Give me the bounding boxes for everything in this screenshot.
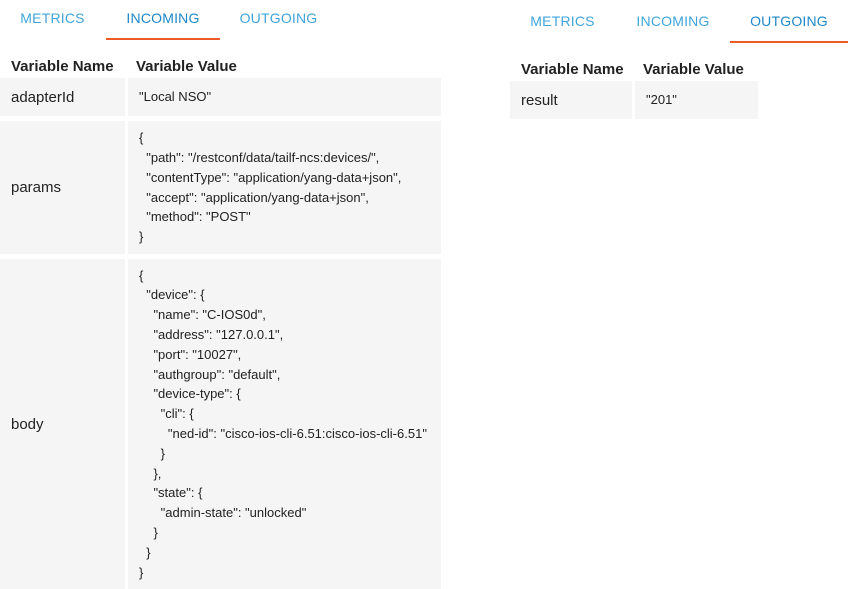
column-header-name: Variable Name xyxy=(521,61,624,78)
table-row: params { "path": "/restconf/data/tailf-n… xyxy=(0,121,441,254)
tab-incoming[interactable]: INCOMING xyxy=(616,0,730,43)
column-header-value: Variable Value xyxy=(136,58,237,75)
variable-value: "Local NSO" xyxy=(139,89,212,105)
incoming-variables-table: Variable Name Variable Value adapterId "… xyxy=(0,40,441,589)
table-row: result "201" xyxy=(510,81,758,119)
tab-outgoing[interactable]: OUTGOING xyxy=(221,0,336,40)
table-row: adapterId "Local NSO" xyxy=(0,78,441,116)
tab-metrics[interactable]: METRICS xyxy=(0,0,105,40)
tab-incoming[interactable]: INCOMING xyxy=(106,0,220,40)
variable-value: "201" xyxy=(646,92,677,108)
outgoing-panel: METRICS INCOMING OUTGOING Variable Name … xyxy=(510,0,851,119)
column-header-value: Variable Value xyxy=(643,61,744,78)
variable-name: adapterId xyxy=(0,78,125,116)
incoming-panel: METRICS INCOMING OUTGOING Variable Name … xyxy=(0,0,445,589)
variable-value: { "path": "/restconf/data/tailf-ncs:devi… xyxy=(139,130,402,245)
tab-metrics[interactable]: METRICS xyxy=(510,0,615,43)
variable-name: body xyxy=(0,259,125,589)
tab-bar: METRICS INCOMING OUTGOING xyxy=(510,0,851,43)
tab-outgoing[interactable]: OUTGOING xyxy=(730,0,848,43)
variable-name: result xyxy=(510,81,632,119)
tab-bar: METRICS INCOMING OUTGOING xyxy=(0,0,445,40)
variable-name: params xyxy=(0,121,125,254)
table-row: body { "device": { "name": "C-IOS0d", "a… xyxy=(0,259,441,589)
variable-value: { "device": { "name": "C-IOS0d", "addres… xyxy=(139,267,427,580)
column-header-name: Variable Name xyxy=(11,58,114,75)
outgoing-variables-table: Variable Name Variable Value result "201… xyxy=(510,43,758,119)
